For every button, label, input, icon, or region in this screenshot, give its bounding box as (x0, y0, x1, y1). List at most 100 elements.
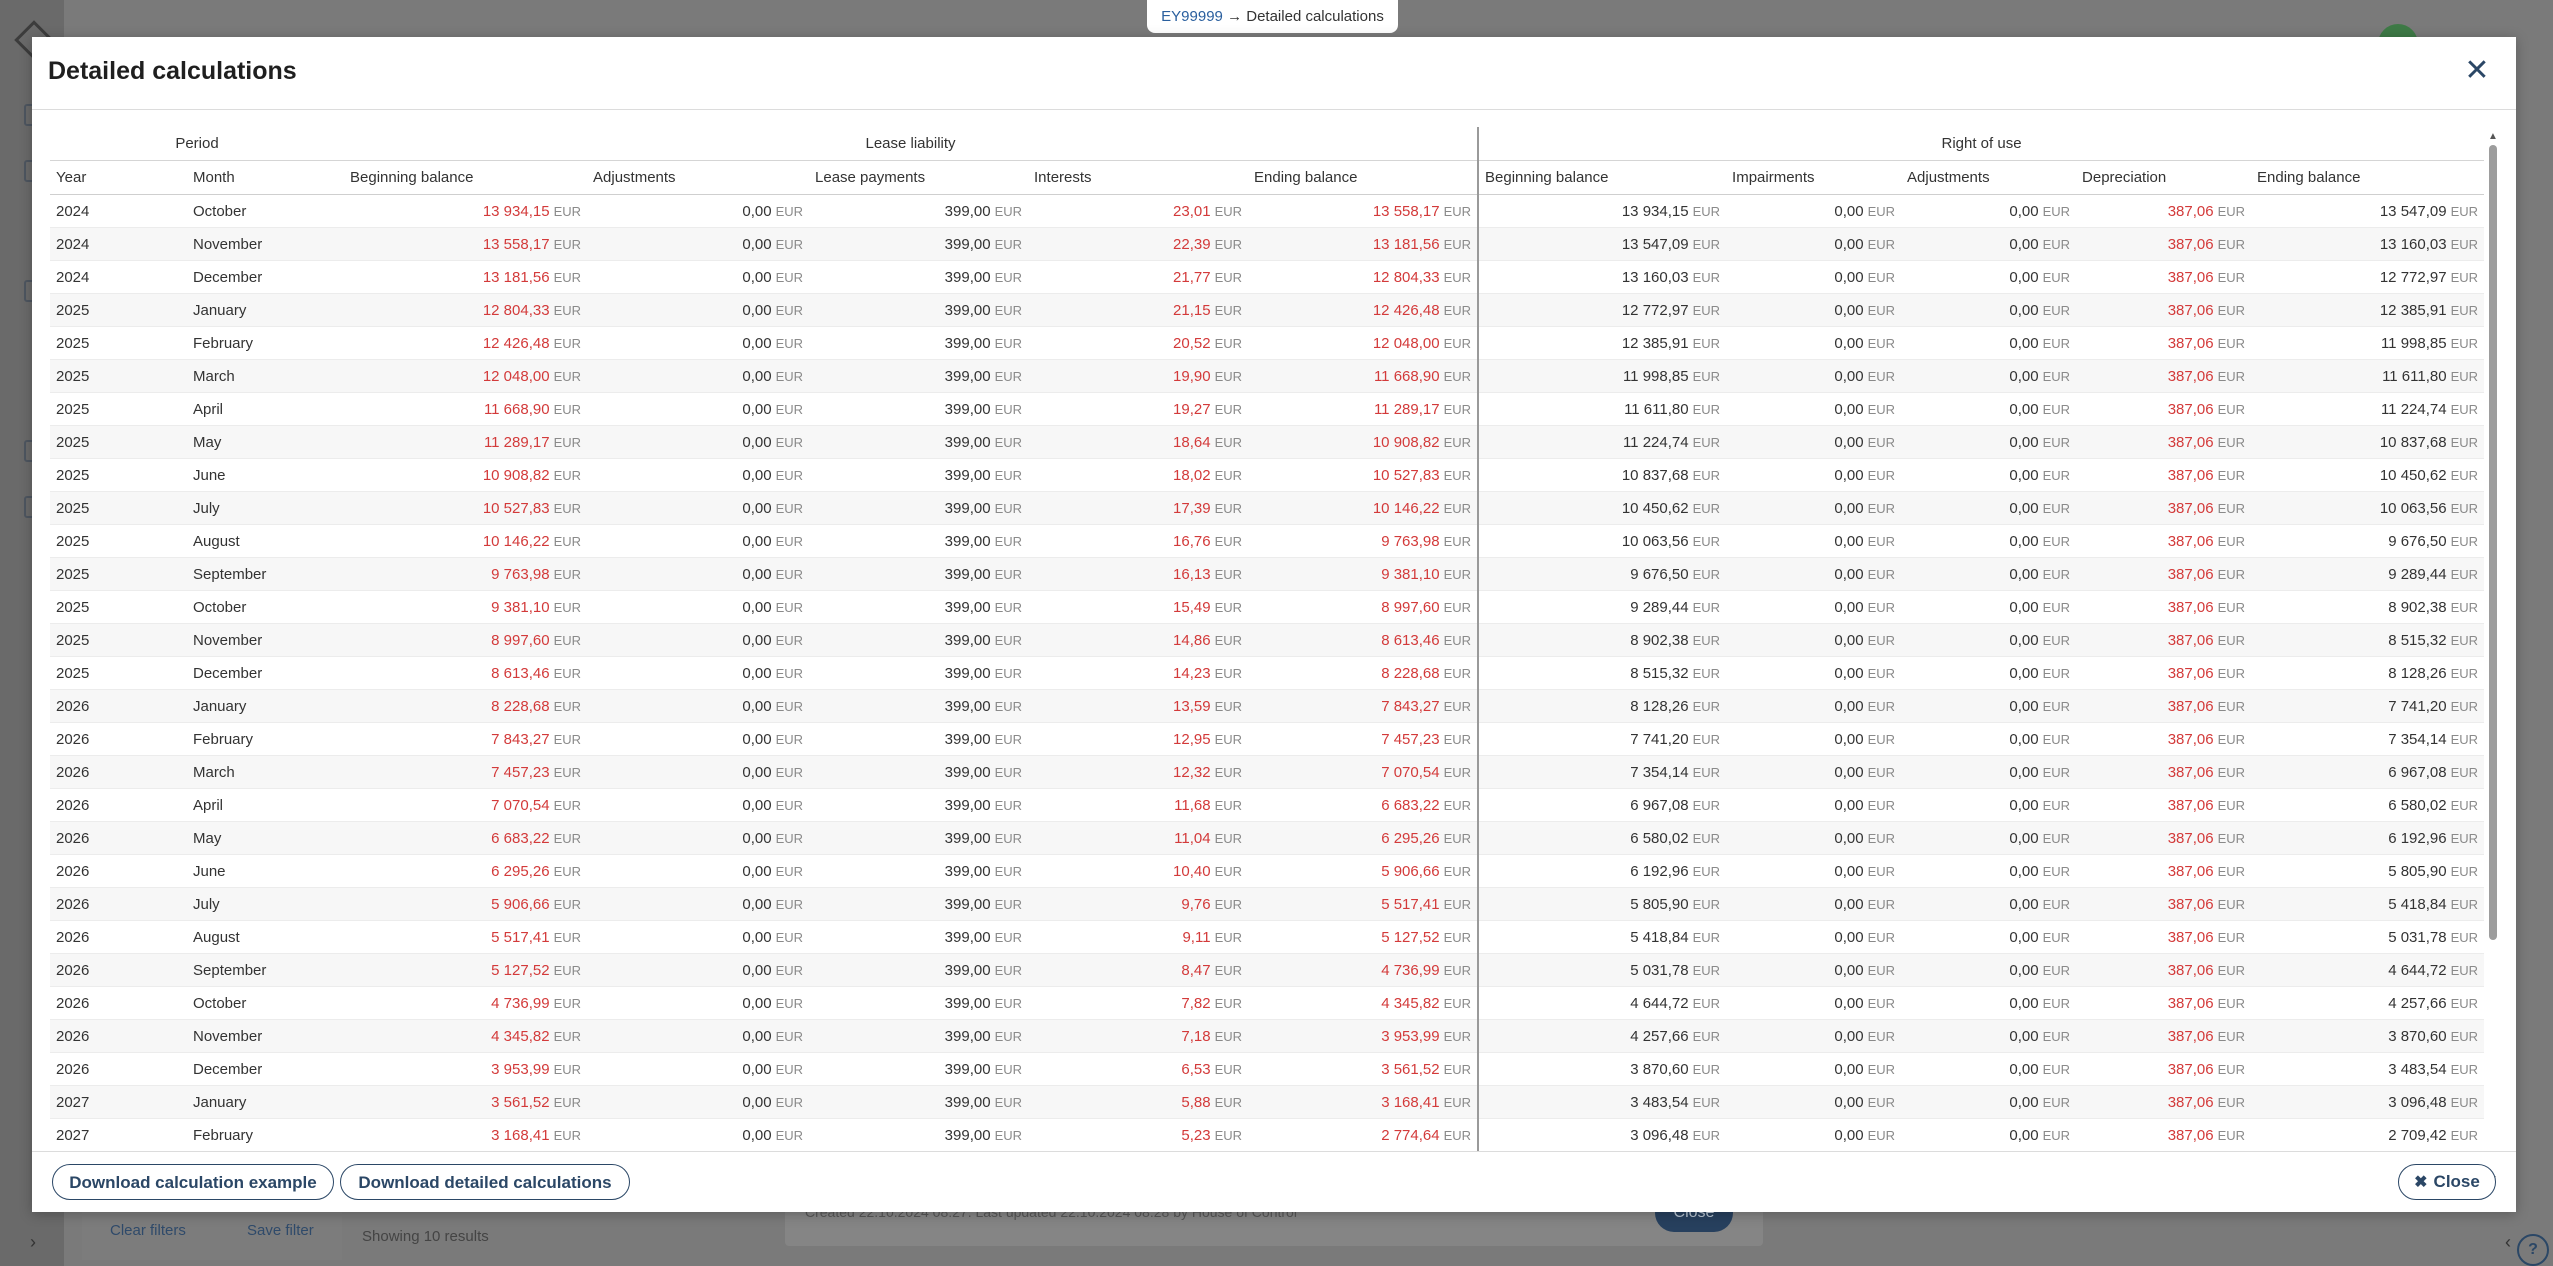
cell-value: 0,00 (1834, 268, 1864, 286)
cell-interests: 20,52 EUR (1028, 326, 1249, 360)
table-row: 2026 April 7 070,54 EUR 0,00 EUR 399,00 EUR 11,6… (50, 788, 2485, 822)
cell-value: 399,00 (944, 400, 991, 418)
currency-label: EUR (1867, 962, 1896, 978)
cell-value: 5,23 (1181, 1126, 1211, 1144)
cell-value: 399,00 (944, 499, 991, 517)
cell-value: 387,06 (2167, 1060, 2214, 1078)
cell-value: 0,00 (2009, 664, 2039, 682)
cell-value: 14,23 (1173, 664, 1211, 682)
cell-ll-ending-balance: 5 127,52 EUR (1248, 920, 1480, 954)
currency-label: EUR (2042, 269, 2071, 285)
cell-value: 2026 (56, 862, 90, 880)
currency-label: EUR (2450, 764, 2479, 780)
cell-value: 2025 (56, 532, 90, 550)
currency-label: EUR (994, 797, 1023, 813)
cell-value: 3 096,48 (1630, 1126, 1689, 1144)
vertical-scrollbar[interactable]: ▲ ▼ (2486, 127, 2500, 1185)
cell-value: 399,00 (944, 1027, 991, 1045)
currency-label: EUR (994, 401, 1023, 417)
table-row: 2025 August 10 146,22 EUR 0,00 EUR 399,00 EUR 16… (50, 524, 2485, 558)
cell-depreciation: 387,06 EUR (2076, 491, 2252, 525)
currency-label: EUR (2042, 863, 2071, 879)
download-calculation-example-button[interactable]: Download calculation example (52, 1164, 334, 1200)
cell-ru-adjustments: 0,00 EUR (1901, 293, 2077, 327)
cell-ll-ending-balance: 13 558,17 EUR (1248, 194, 1480, 228)
close-icon[interactable]: ✕ (2462, 56, 2492, 86)
column-header-ll-ending-balance: Ending balance (1248, 160, 1480, 195)
table-row: 2025 July 10 527,83 EUR 0,00 EUR 399,00 EUR 17,3… (50, 491, 2485, 525)
cell-value: 0,00 (742, 928, 772, 946)
cell-ru-ending-balance: 12 772,97 EUR (2251, 260, 2485, 294)
currency-label: EUR (1867, 302, 1896, 318)
cell-value: 7 070,54 (1381, 763, 1440, 781)
cell-value: March (193, 367, 235, 385)
cell-value: 2025 (56, 400, 90, 418)
currency-label: EUR (1867, 731, 1896, 747)
cell-ll-ending-balance: 6 295,26 EUR (1248, 821, 1480, 855)
cell-month: October (187, 986, 345, 1020)
cell-year: 2025 (50, 293, 187, 327)
currency-label: EUR (775, 830, 804, 846)
cell-ru-adjustments: 0,00 EUR (1901, 194, 2077, 228)
cell-value: January (193, 697, 247, 715)
currency-label: EUR (994, 632, 1023, 648)
cell-impairments: 0,00 EUR (1726, 524, 1902, 558)
cell-value: 19,27 (1173, 400, 1211, 418)
cell-value: October (193, 202, 247, 220)
cell-value: 7,82 (1181, 994, 1211, 1012)
currency-label: EUR (1692, 863, 1721, 879)
close-button[interactable]: ✖ Close (2398, 1164, 2496, 1200)
currency-label: EUR (1867, 830, 1896, 846)
currency-label: EUR (553, 764, 582, 780)
table-row: 2025 October 9 381,10 EUR 0,00 EUR 399,00 EUR 15… (50, 590, 2485, 624)
calculations-table-container[interactable]: Period Lease liability Right of use Year… (50, 127, 2500, 1185)
cell-depreciation: 387,06 EUR (2076, 260, 2252, 294)
cell-ru-ending-balance: 5 031,78 EUR (2251, 920, 2485, 954)
breadcrumb-link[interactable]: EY99999 (1161, 8, 1223, 25)
currency-label: EUR (1443, 203, 1472, 219)
currency-label: EUR (1867, 566, 1896, 582)
cell-year: 2025 (50, 524, 187, 558)
cell-ru-beginning-balance: 7 741,20 EUR (1478, 722, 1727, 756)
cell-value: 399,00 (944, 334, 991, 352)
cell-value: 0,00 (742, 268, 772, 286)
cell-value: 4 644,72 (2388, 961, 2447, 979)
cell-month: July (187, 887, 345, 921)
cell-value: 387,06 (2167, 862, 2214, 880)
cell-value: 0,00 (2009, 1093, 2039, 1111)
cell-value: 4 345,82 (491, 1027, 550, 1045)
cell-value: 7 741,20 (1630, 730, 1689, 748)
cell-ll-ending-balance: 12 426,48 EUR (1248, 293, 1480, 327)
cell-value: 6 683,22 (1381, 796, 1440, 814)
currency-label: EUR (2042, 830, 2071, 846)
cell-lease-payments: 399,00 EUR (809, 491, 1029, 525)
cell-value: 18,64 (1173, 433, 1211, 451)
cell-value: 11,68 (1174, 796, 1211, 814)
currency-label: EUR (2450, 566, 2479, 582)
currency-label: EUR (1214, 401, 1243, 417)
currency-label: EUR (775, 335, 804, 351)
cell-value: 10 837,68 (2379, 433, 2447, 451)
cell-value: 3 168,41 (1381, 1093, 1440, 1111)
currency-label: EUR (2217, 863, 2246, 879)
calculations-table-body: 2024 October 13 934,15 EUR 0,00 EUR 399,00 EUR 2… (50, 194, 2485, 1152)
scroll-up-icon[interactable]: ▲ (2488, 131, 2498, 142)
cell-interests: 5,23 EUR (1028, 1118, 1249, 1152)
currency-label: EUR (553, 1127, 582, 1143)
cell-ll-adjustments: 0,00 EUR (587, 887, 810, 921)
cell-value: 4 644,72 (1630, 994, 1689, 1012)
cell-ll-ending-balance: 3 168,41 EUR (1248, 1085, 1480, 1119)
help-icon: ? (2517, 1234, 2549, 1266)
currency-label: EUR (1214, 599, 1243, 615)
cell-ru-beginning-balance: 3 483,54 EUR (1478, 1085, 1727, 1119)
cell-ru-beginning-balance: 9 676,50 EUR (1478, 557, 1727, 591)
cell-value: 11 611,80 (1624, 400, 1689, 418)
table-row: 2026 February 7 843,27 EUR 0,00 EUR 399,00 EUR 1… (50, 722, 2485, 756)
download-detailed-calculations-button[interactable]: Download detailed calculations (340, 1164, 630, 1200)
cell-value: November (193, 1027, 263, 1045)
currency-label: EUR (1867, 368, 1896, 384)
cell-ru-adjustments: 0,00 EUR (1901, 227, 2077, 261)
currency-label: EUR (2450, 797, 2479, 813)
scrollbar-thumb[interactable] (2489, 145, 2497, 940)
cell-value: 387,06 (2167, 664, 2214, 682)
